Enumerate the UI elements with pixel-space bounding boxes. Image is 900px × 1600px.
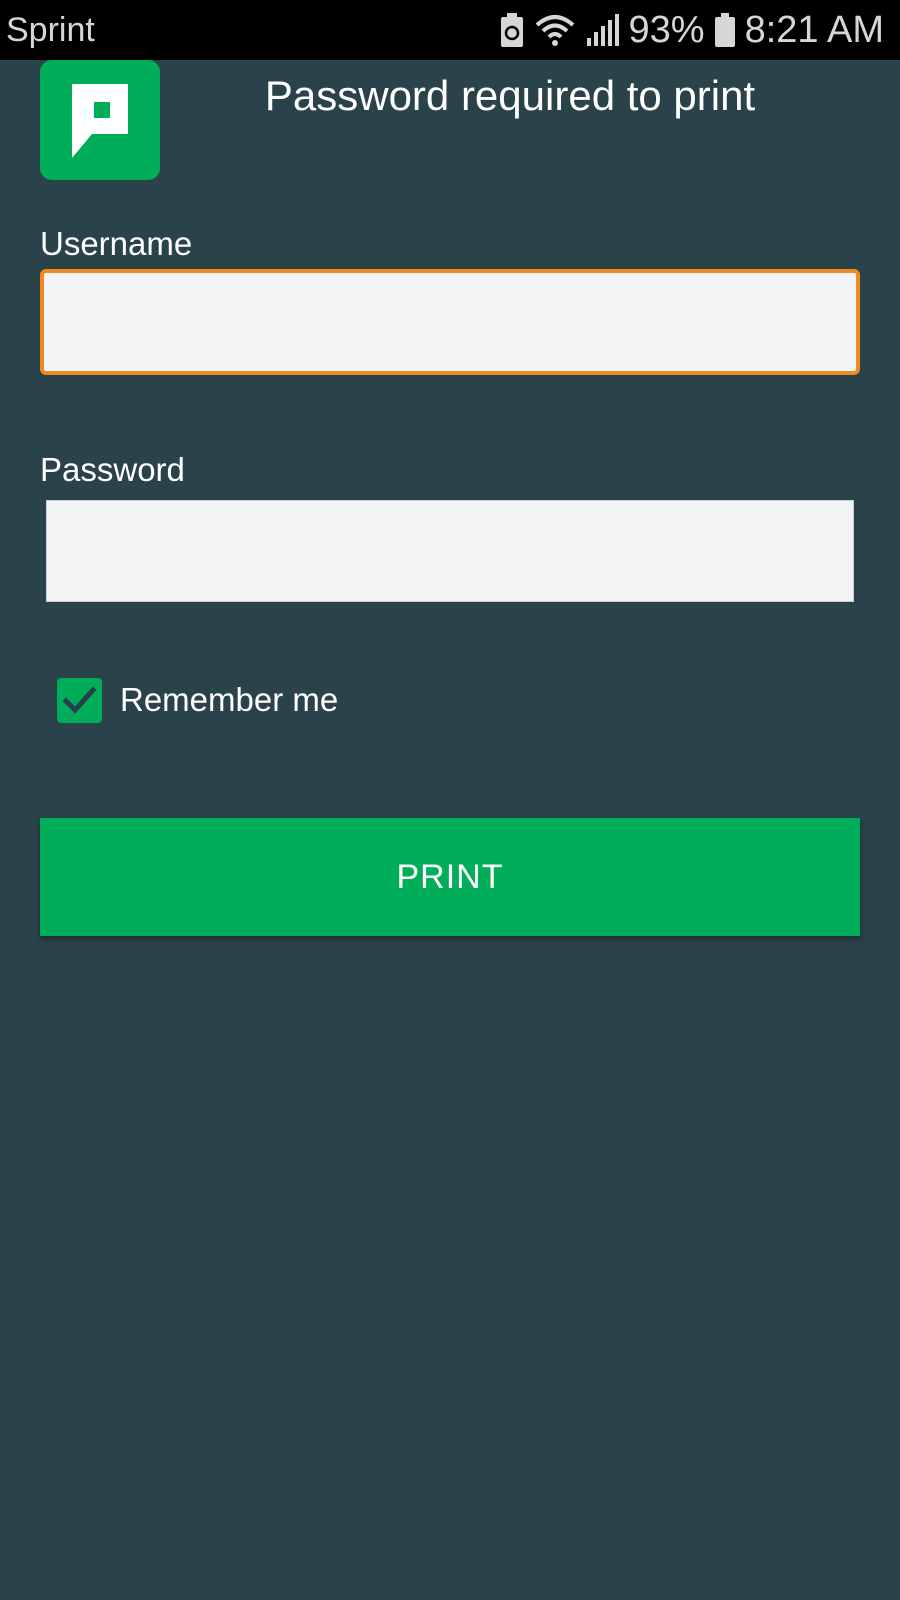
- print-button[interactable]: PRINT: [40, 818, 860, 936]
- clock: 8:21 AM: [744, 9, 884, 51]
- battery-icon: [714, 13, 735, 47]
- remember-me-checkbox[interactable]: [57, 677, 102, 723]
- username-input[interactable]: [40, 269, 860, 375]
- carrier-name: Sprint: [6, 11, 95, 49]
- battery-percentage: 93%: [628, 9, 705, 51]
- print-login-screen: Password required to print Username Pass…: [0, 60, 900, 1600]
- status-icons: 93% 8:21 AM: [499, 10, 884, 50]
- papercut-logo-icon: [40, 60, 160, 180]
- remember-me-label: Remember me: [120, 681, 339, 718]
- remember-me-toggle[interactable]: Remember me: [57, 677, 338, 723]
- username-label: Username: [40, 225, 193, 262]
- checkmark-icon: [62, 685, 97, 714]
- wifi-icon: [535, 13, 575, 47]
- page-title: Password required to print: [264, 72, 756, 119]
- battery-saver-icon: [499, 13, 525, 47]
- cell-signal-icon: [585, 14, 619, 46]
- password-label: Password: [40, 451, 185, 488]
- password-input[interactable]: [46, 500, 854, 602]
- status-bar: Sprint 93% 8:21 AM: [0, 0, 900, 60]
